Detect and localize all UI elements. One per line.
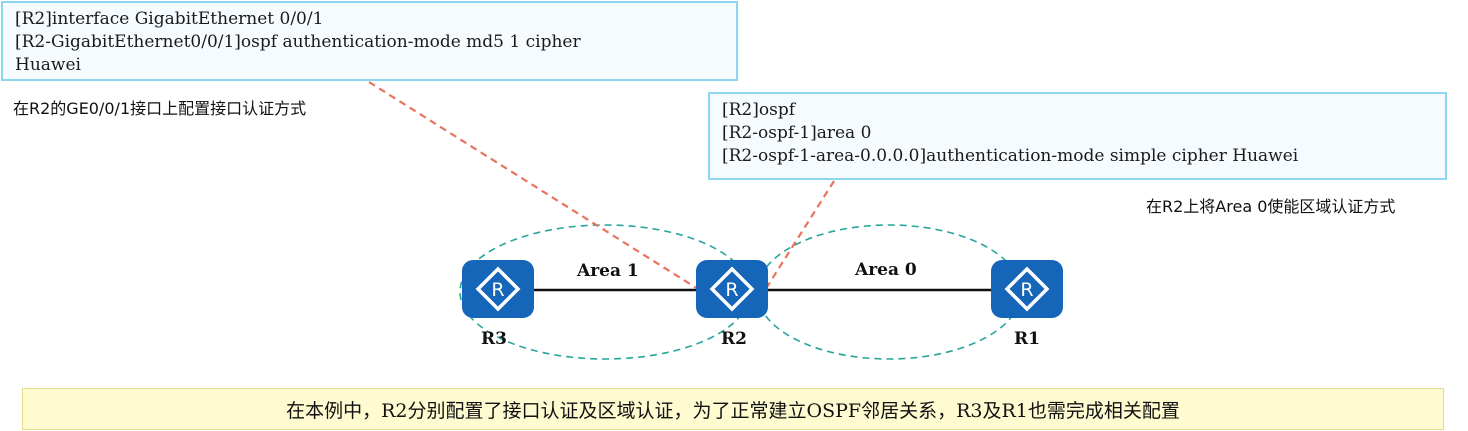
svg-text:R: R: [491, 279, 504, 301]
router-label-r1: R1: [1014, 329, 1040, 349]
svg-text:R: R: [725, 279, 738, 301]
config-box-interface: [R2]interface GigabitEthernet 0/0/1 [R2-…: [1, 1, 738, 81]
router-label-r2: R2: [721, 329, 747, 349]
area0-label: Area 0: [855, 260, 917, 280]
router-label-r3: R3: [481, 329, 507, 349]
router-r1: R: [991, 260, 1063, 318]
config-line: [R2]ospf: [722, 100, 796, 120]
router-icon: R: [709, 266, 755, 312]
note-text: 在本例中，R2分别配置了接口认证及区域认证，为了正常建立OSPF邻居关系，R3及…: [286, 399, 1180, 422]
router-r3: R: [462, 260, 534, 318]
svg-text:R: R: [1020, 279, 1033, 301]
config-box-area: [R2]ospf [R2-ospf-1]area 0 [R2-ospf-1-ar…: [708, 92, 1447, 180]
router-icon: R: [475, 266, 521, 312]
config-line: [R2-ospf-1-area-0.0.0.0]authentication-m…: [722, 146, 1299, 166]
caption-area-auth: 在R2上将Area 0使能区域认证方式: [1146, 197, 1396, 216]
callout-line-interface: [368, 81, 699, 290]
callout-line-area: [766, 180, 835, 288]
ospf-authentication-diagram: [R2]interface GigabitEthernet 0/0/1 [R2-…: [0, 0, 1468, 431]
config-line: Huawei: [15, 55, 81, 75]
router-icon: R: [1004, 266, 1050, 312]
area1-label: Area 1: [577, 261, 639, 281]
caption-interface-auth: 在R2的GE0/0/1接口上配置接口认证方式: [13, 99, 307, 118]
area0-ellipse: [756, 224, 1022, 360]
config-line: [R2-ospf-1]area 0: [722, 123, 872, 143]
config-line: [R2-GigabitEthernet0/0/1]ospf authentica…: [15, 32, 581, 52]
config-line: [R2]interface GigabitEthernet 0/0/1: [15, 9, 324, 29]
router-r2: R: [696, 260, 768, 318]
note-banner: 在本例中，R2分别配置了接口认证及区域认证，为了正常建立OSPF邻居关系，R3及…: [22, 388, 1444, 430]
